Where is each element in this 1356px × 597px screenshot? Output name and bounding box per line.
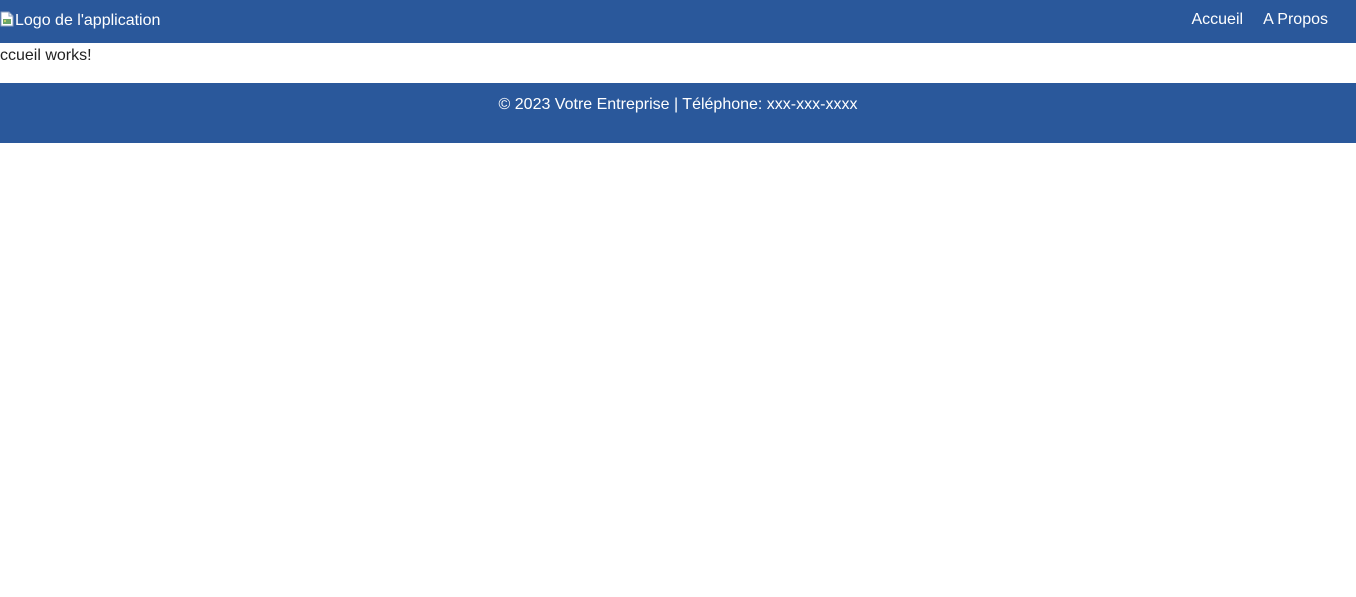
page-content-text: ccueil works! (0, 47, 92, 64)
app-logo: Logo de l'application (0, 10, 160, 32)
app-footer: © 2023 Votre Entreprise | Téléphone: xxx… (0, 83, 1356, 143)
logo-alt-text: Logo de l'application (15, 12, 161, 29)
nav-link-accueil[interactable]: Accueil (1191, 9, 1243, 31)
app-header: Logo de l'application Accueil A Propos (0, 0, 1356, 43)
footer-copyright: © 2023 Votre Entreprise | Téléphone: xxx… (498, 96, 858, 113)
main-nav: Accueil A Propos (1191, 9, 1328, 31)
nav-link-a-propos[interactable]: A Propos (1263, 9, 1328, 31)
main-content: ccueil works! (0, 45, 92, 67)
broken-image-icon (0, 11, 14, 27)
